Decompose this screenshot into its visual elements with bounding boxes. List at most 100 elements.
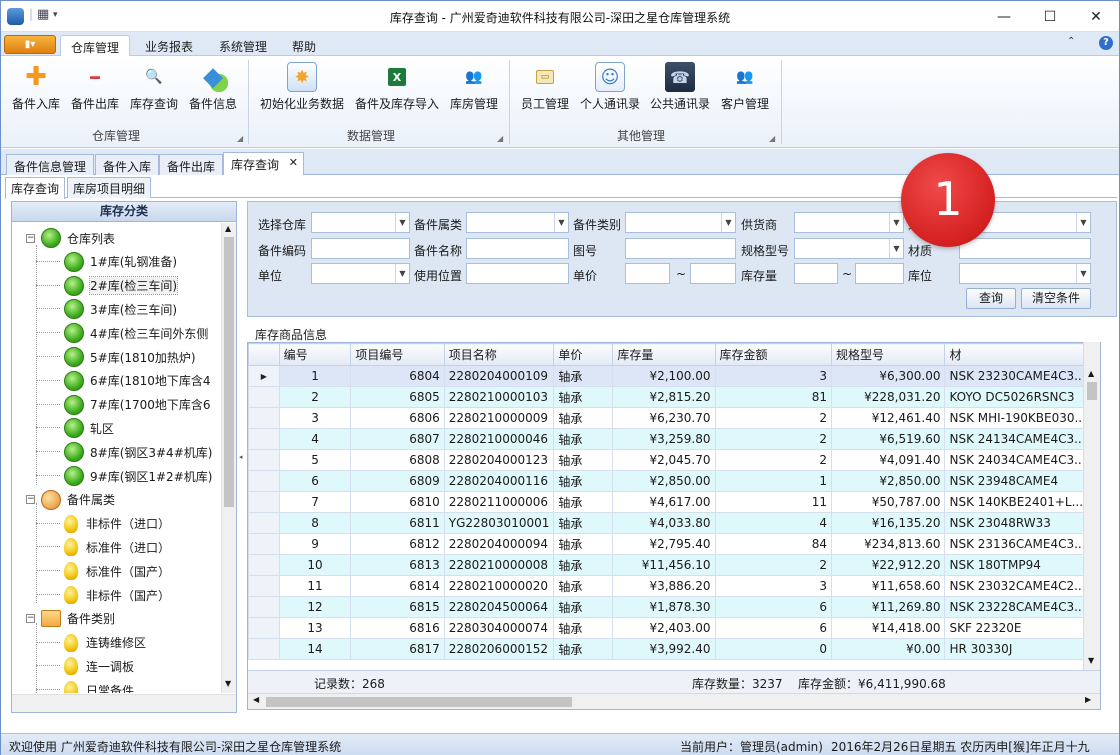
- table-cell[interactable]: 2: [714, 407, 833, 429]
- table-cell[interactable]: 轴承: [553, 449, 614, 471]
- table-cell[interactable]: 2280210000046: [443, 428, 555, 450]
- row-indicator[interactable]: [248, 596, 280, 618]
- table-cell[interactable]: 3: [714, 365, 833, 387]
- table-cell[interactable]: 14: [278, 638, 352, 660]
- help-icon[interactable]: ?: [1099, 36, 1113, 50]
- tree-item[interactable]: 1#库(轧钢准备): [36, 251, 177, 273]
- tree-item[interactable]: 2#库(检三车间): [36, 275, 179, 297]
- tree-item[interactable]: 9#库(钢区1#2#机库): [36, 465, 212, 487]
- table-cell[interactable]: 6817: [350, 638, 445, 660]
- table-cell[interactable]: KOYO DC5026RSNC3: [944, 386, 1091, 408]
- dropdown-arrow-icon[interactable]: ▼: [721, 213, 735, 232]
- table-cell[interactable]: ¥234,813.60: [831, 533, 946, 555]
- tree-item[interactable]: 连铸维修区: [36, 632, 146, 654]
- table-cell[interactable]: 11: [714, 491, 833, 513]
- table-cell[interactable]: 2280304000074: [443, 617, 555, 639]
- table-cell[interactable]: ¥2,403.00: [612, 617, 716, 639]
- column-header[interactable]: 库存金额: [714, 343, 833, 366]
- row-indicator[interactable]: [248, 407, 280, 429]
- tab-parts-out[interactable]: 备件出库: [159, 154, 224, 175]
- table-cell[interactable]: 轴承: [553, 428, 614, 450]
- row-indicator[interactable]: [248, 638, 280, 660]
- table-cell[interactable]: 轴承: [553, 596, 614, 618]
- table-cell[interactable]: ¥2,815.20: [612, 386, 716, 408]
- table-row[interactable]: 3 6806 2280210000009 轴承 ¥6,230.70 2 ¥12,461.40…: [248, 407, 1100, 429]
- table-cell[interactable]: 轴承: [553, 407, 614, 429]
- table-cell[interactable]: ¥1,878.30: [612, 596, 716, 618]
- init-business-data-button[interactable]: ✸ 初始化业务数据: [257, 58, 347, 120]
- table-cell[interactable]: 2280210000009: [443, 407, 555, 429]
- personal-contacts-button[interactable]: ☺ 个人通讯录: [577, 58, 643, 120]
- dropdown-arrow-icon[interactable]: ▼: [395, 264, 409, 283]
- table-cell[interactable]: SKF 22320E: [944, 617, 1091, 639]
- table-cell[interactable]: 9: [278, 533, 352, 555]
- subtab-stock-query[interactable]: 库存查询: [5, 177, 66, 199]
- table-cell[interactable]: 6807: [350, 428, 445, 450]
- table-cell[interactable]: 6806: [350, 407, 445, 429]
- table-cell[interactable]: 2: [278, 386, 352, 408]
- table-cell[interactable]: ¥2,850.00: [831, 470, 946, 492]
- table-cell[interactable]: ¥2,045.70: [612, 449, 716, 471]
- table-row[interactable]: 5 6808 2280204000123 轴承 ¥2,045.70 2 ¥4,091.40 N…: [248, 449, 1100, 471]
- query-button[interactable]: 查询: [966, 288, 1016, 309]
- table-cell[interactable]: 轴承: [553, 386, 614, 408]
- table-cell[interactable]: ¥2,100.00: [612, 365, 716, 387]
- collapse-icon[interactable]: −: [26, 614, 35, 624]
- table-row[interactable]: 2 6805 2280210000103 轴承 ¥2,815.20 81 ¥228,031.…: [248, 386, 1100, 408]
- parts-in-button[interactable]: ✚ 备件入库: [9, 58, 63, 120]
- table-cell[interactable]: 6812: [350, 533, 445, 555]
- table-cell[interactable]: ¥11,456.10: [612, 554, 716, 576]
- table-cell[interactable]: 4: [714, 512, 833, 534]
- table-cell[interactable]: 6815: [350, 596, 445, 618]
- table-cell[interactable]: NSK 180TMP94: [944, 554, 1091, 576]
- scroll-up-arrow-icon[interactable]: ▲: [225, 224, 231, 233]
- table-cell[interactable]: ¥6,230.70: [612, 407, 716, 429]
- table-cell[interactable]: 0: [714, 638, 833, 660]
- tab-business-reports[interactable]: 业务报表: [135, 35, 203, 57]
- table-cell[interactable]: NSK 23136CAME4C3...: [944, 533, 1091, 555]
- tree-item[interactable]: 非标件（国产）: [36, 584, 170, 606]
- tree-item[interactable]: 3#库(检三车间): [36, 298, 177, 320]
- table-cell[interactable]: 6808: [350, 449, 445, 471]
- maximize-button[interactable]: ☐: [1027, 1, 1073, 32]
- dropdown-arrow-icon[interactable]: ▼: [889, 239, 903, 258]
- price-min-input[interactable]: [625, 263, 670, 284]
- dropdown-arrow-icon[interactable]: ▼: [889, 213, 903, 232]
- subtab-warehouse-item-detail[interactable]: 库房项目明细: [67, 177, 152, 198]
- application-menu-button[interactable]: ▮▾: [4, 35, 56, 54]
- tree-item[interactable]: 标准件（国产）: [36, 560, 170, 582]
- table-row[interactable]: 6 6809 2280204000116 轴承 ¥2,850.00 1 ¥2,850.00 N…: [248, 470, 1100, 492]
- table-cell[interactable]: 6804: [350, 365, 445, 387]
- table-cell[interactable]: ¥3,259.80: [612, 428, 716, 450]
- scroll-right-arrow-icon[interactable]: ▶: [1085, 695, 1091, 704]
- table-row[interactable]: 13 6816 2280304000074 轴承 ¥2,403.00 6 ¥14,418.0…: [248, 617, 1100, 639]
- table-cell[interactable]: 2: [714, 428, 833, 450]
- row-indicator[interactable]: [248, 449, 280, 471]
- group-launcher-icon[interactable]: ◢: [769, 134, 775, 143]
- material-input[interactable]: [959, 238, 1091, 259]
- tab-system-management[interactable]: 系统管理: [209, 35, 277, 57]
- close-tab-icon[interactable]: ✕: [289, 156, 298, 169]
- parts-info-button[interactable]: ◆ 备件信息: [185, 58, 241, 120]
- row-indicator[interactable]: [248, 575, 280, 597]
- table-cell[interactable]: 13: [278, 617, 352, 639]
- table-row[interactable]: 8 6811 YG22803010001 轴承 ¥4,033.80 4 ¥16,135.20…: [248, 512, 1100, 534]
- table-cell[interactable]: 7: [278, 491, 352, 513]
- table-cell[interactable]: 2280204000109: [443, 365, 555, 387]
- column-header[interactable]: 项目编号: [350, 343, 445, 366]
- dropdown-arrow-icon[interactable]: ▼: [554, 213, 568, 232]
- parts-category-select[interactable]: ▼: [625, 212, 736, 233]
- tab-parts-in[interactable]: 备件入库: [95, 154, 160, 175]
- grid-hscroll-thumb[interactable]: [266, 697, 572, 707]
- clear-conditions-button[interactable]: 清空条件: [1021, 288, 1091, 309]
- table-cell[interactable]: 84: [714, 533, 833, 555]
- row-indicator[interactable]: [248, 617, 280, 639]
- table-row[interactable]: 7 6810 2280211000006 轴承 ¥4,617.00 11 ¥50,787.0…: [248, 491, 1100, 513]
- table-cell[interactable]: ¥4,091.40: [831, 449, 946, 471]
- collapse-icon[interactable]: −: [26, 233, 35, 243]
- table-cell[interactable]: ¥6,300.00: [831, 365, 946, 387]
- table-cell[interactable]: ¥12,461.40: [831, 407, 946, 429]
- table-cell[interactable]: 81: [714, 386, 833, 408]
- table-cell[interactable]: ¥16,135.20: [831, 512, 946, 534]
- tree-item[interactable]: 4#库(检三车间外东侧: [36, 322, 208, 344]
